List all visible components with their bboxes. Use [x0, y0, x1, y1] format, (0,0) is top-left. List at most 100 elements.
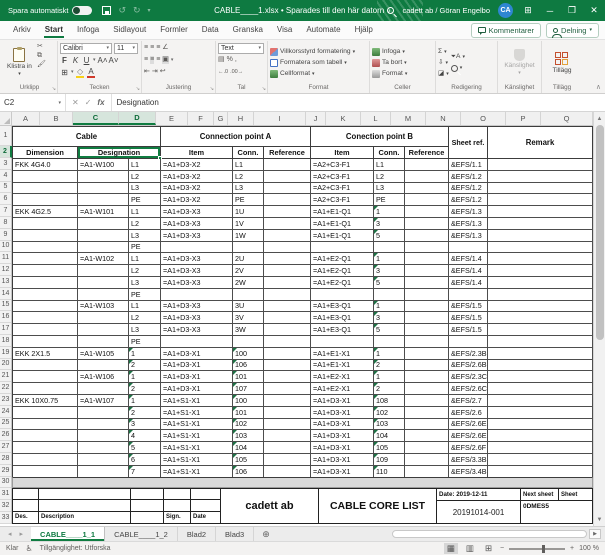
header-designation-selected-cell[interactable]: Designation: [78, 147, 161, 159]
cell[interactable]: 101: [233, 407, 264, 419]
cell[interactable]: [449, 289, 488, 301]
cell[interactable]: 5: [374, 324, 405, 336]
row-header-23[interactable]: 23: [0, 394, 11, 406]
cell[interactable]: [264, 230, 311, 242]
avatar[interactable]: CA: [498, 3, 513, 18]
cell[interactable]: [405, 242, 449, 254]
save-icon[interactable]: [102, 6, 111, 15]
align-top-icon[interactable]: ≡: [144, 44, 148, 52]
comments-button[interactable]: Kommentarer: [471, 23, 541, 38]
cell[interactable]: [13, 419, 78, 431]
cell[interactable]: [488, 407, 593, 419]
maximize-button[interactable]: ❐: [565, 5, 579, 16]
cell[interactable]: L1: [233, 159, 264, 171]
cell[interactable]: [405, 454, 449, 466]
cell[interactable]: [264, 360, 311, 372]
redo-icon[interactable]: ↻: [133, 5, 141, 16]
cell[interactable]: [405, 265, 449, 277]
cell[interactable]: L2: [233, 171, 264, 183]
cell[interactable]: 100: [233, 348, 264, 360]
font-size-select[interactable]: 11: [114, 43, 138, 54]
new-sheet-icon[interactable]: ⊕: [254, 527, 278, 541]
bold-button[interactable]: F: [60, 56, 69, 65]
cell[interactable]: =A1+E2-X1: [311, 383, 374, 395]
cell[interactable]: PE: [129, 242, 161, 254]
cell[interactable]: =A1+D3-X1: [161, 348, 233, 360]
column-header-M[interactable]: M: [391, 112, 426, 125]
column-header-L[interactable]: L: [361, 112, 391, 125]
cell[interactable]: L1: [129, 253, 161, 265]
cell[interactable]: =A1-W107: [78, 395, 129, 407]
cell[interactable]: =A1+D3-X2: [161, 171, 233, 183]
cell[interactable]: =A1+E2-Q1: [311, 253, 374, 265]
cell[interactable]: [405, 194, 449, 206]
vertical-scrollbar[interactable]: ▲ ▼: [593, 112, 605, 526]
cell[interactable]: 3U: [233, 301, 264, 313]
cell[interactable]: 5: [374, 277, 405, 289]
cell[interactable]: 109: [374, 454, 405, 466]
underline-button[interactable]: U: [82, 56, 91, 65]
header-conn-a[interactable]: Conn.: [233, 147, 264, 159]
cell[interactable]: [13, 265, 78, 277]
cell[interactable]: [13, 360, 78, 372]
cell[interactable]: [264, 407, 311, 419]
conditional-formatting-button[interactable]: Villkorsstyrd formatering▾: [270, 47, 367, 57]
cell[interactable]: [449, 242, 488, 254]
cell[interactable]: EKK 10X0.75: [13, 395, 78, 407]
cell[interactable]: 1: [374, 348, 405, 360]
cell[interactable]: [78, 430, 129, 442]
cell[interactable]: [78, 265, 129, 277]
cell[interactable]: &EFS/2.3C: [449, 371, 488, 383]
cell[interactable]: [78, 312, 129, 324]
cell[interactable]: &EFS/2.6: [449, 407, 488, 419]
cell[interactable]: [78, 230, 129, 242]
cell[interactable]: 1W: [233, 230, 264, 242]
italic-button[interactable]: K: [71, 56, 80, 65]
cell[interactable]: [405, 324, 449, 336]
column-header-B[interactable]: B: [40, 112, 73, 125]
minimize-button[interactable]: ─: [543, 6, 557, 16]
tab-start[interactable]: Start: [38, 22, 70, 38]
cell[interactable]: [488, 265, 593, 277]
cell[interactable]: [311, 242, 374, 254]
cell[interactable]: =A1+D3-X3: [161, 324, 233, 336]
row-header-29[interactable]: 29: [0, 465, 11, 477]
cell[interactable]: &EFS/2.6B: [449, 360, 488, 372]
cell[interactable]: [311, 289, 374, 301]
cell[interactable]: [488, 183, 593, 195]
header-conn-b[interactable]: Conn.: [374, 147, 405, 159]
cell[interactable]: 105: [374, 442, 405, 454]
header-sheet-ref[interactable]: Sheet ref.: [449, 127, 488, 159]
cell[interactable]: =A1+S1-X1: [161, 430, 233, 442]
cell[interactable]: 103: [374, 419, 405, 431]
cell[interactable]: [264, 194, 311, 206]
align-right-icon[interactable]: ≡: [156, 56, 160, 64]
cell[interactable]: =A1+E2-Q1: [311, 277, 374, 289]
autosum-button[interactable]: Σ▾: [438, 47, 449, 57]
cell[interactable]: [78, 383, 129, 395]
cell[interactable]: [405, 159, 449, 171]
normal-view-icon[interactable]: ▦: [444, 543, 458, 554]
cell[interactable]: =A2+C3-F1: [311, 183, 374, 195]
cell[interactable]: =A1+D3-X1: [311, 442, 374, 454]
cell[interactable]: &EFS/1.4: [449, 253, 488, 265]
cell[interactable]: [405, 253, 449, 265]
zoom-slider-knob[interactable]: [542, 545, 545, 553]
cell[interactable]: &EFS/2.6F: [449, 442, 488, 454]
cell[interactable]: &EFS/1.5: [449, 301, 488, 313]
separator-row-30[interactable]: [12, 477, 593, 488]
row-header-31[interactable]: 31: [0, 488, 11, 500]
increase-decimal-icon[interactable]: ←.0: [218, 68, 228, 76]
cell[interactable]: PE: [129, 336, 161, 348]
grow-font-button[interactable]: A˄: [98, 56, 107, 65]
row-header-21[interactable]: 21: [0, 370, 11, 382]
cell[interactable]: L2: [129, 218, 161, 230]
tab-infoga[interactable]: Infoga: [70, 22, 106, 38]
cell[interactable]: [78, 183, 129, 195]
header-dimension[interactable]: Dimension: [13, 147, 78, 159]
cell[interactable]: [78, 360, 129, 372]
cell[interactable]: [488, 395, 593, 407]
cell[interactable]: [264, 454, 311, 466]
cell[interactable]: 3W: [233, 324, 264, 336]
cell[interactable]: [264, 171, 311, 183]
